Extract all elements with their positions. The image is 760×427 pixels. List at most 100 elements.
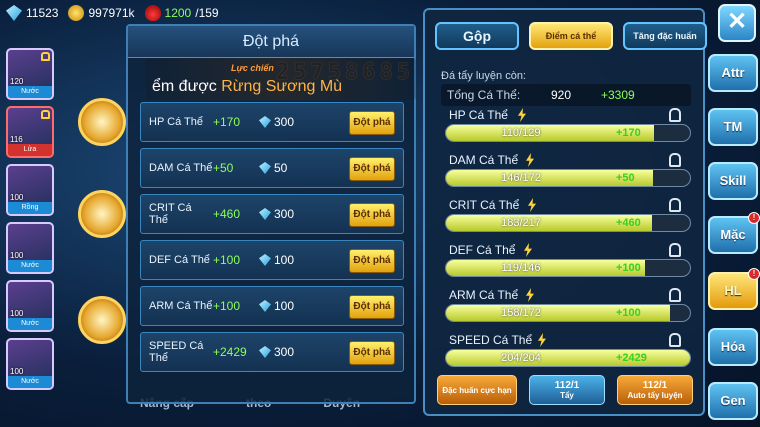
menu-skill[interactable]: Skill bbox=[708, 162, 758, 200]
total-bonus: +3309 bbox=[601, 88, 635, 102]
stat-value: 146/172 bbox=[501, 172, 541, 184]
row-cost: 100 bbox=[274, 299, 295, 313]
lightning-icon bbox=[526, 288, 534, 302]
stat-bonus: +460 bbox=[616, 217, 641, 229]
lock-icon[interactable] bbox=[669, 243, 681, 257]
breakthrough-row-speed: SPEED Cá Thể +2429 300 Đột phá bbox=[140, 332, 404, 372]
stat-bar: 183/217 +460 bbox=[445, 214, 691, 232]
combat-power-banner: Lực chiến 25758685 ểm được Rừng Sương Mù bbox=[146, 58, 416, 100]
stat-hp: HP Cá Thể 110/129 +170 bbox=[445, 108, 691, 152]
menu-label: Mặc bbox=[720, 227, 746, 242]
row-label: SPEED Cá Thể bbox=[149, 340, 204, 364]
lock-icon[interactable] bbox=[669, 108, 681, 122]
row-bonus: +2429 bbox=[213, 345, 247, 359]
breakthrough-button[interactable]: Đột phá bbox=[349, 295, 395, 319]
hero-slot[interactable]: 100 Nước bbox=[6, 222, 54, 274]
breakthrough-button[interactable]: Đột phá bbox=[349, 341, 395, 365]
gem-icon bbox=[259, 208, 271, 220]
stat-bar: 158/172 +100 bbox=[445, 304, 691, 322]
stat-value: 183/217 bbox=[501, 217, 541, 229]
row-cost: 300 bbox=[274, 115, 295, 129]
individual-stats-panel: Gộp Điểm cá thể Tăng đặc huấn Đá tẩy luy… bbox=[423, 8, 707, 416]
gem-counter: 11523 bbox=[6, 5, 58, 21]
hero-element-tag: Rồng bbox=[8, 202, 52, 214]
row-label: ARM Cá Thể bbox=[149, 300, 213, 312]
location-subtitle: ểm được Rừng Sương Mù bbox=[152, 78, 342, 96]
button-label: Đặc huấn cực hạn bbox=[442, 385, 512, 395]
button-label: Auto tẩy luyện bbox=[627, 391, 683, 400]
lock-icon[interactable] bbox=[669, 333, 681, 347]
panel-title: Đột phá bbox=[128, 26, 414, 58]
notification-badge: ! bbox=[748, 268, 760, 280]
stat-bonus: +100 bbox=[616, 307, 641, 319]
breakthrough-row-dam: DAM Cá Thể +50 50 Đột phá bbox=[140, 148, 404, 188]
resource-bar: 11523 997971k 1200/159 bbox=[0, 0, 300, 26]
total-value: 920 bbox=[551, 88, 572, 102]
lock-icon[interactable] bbox=[669, 288, 681, 302]
stat-name: DAM Cá Thể bbox=[449, 153, 519, 167]
hero-slot[interactable]: 100 Nước bbox=[6, 338, 54, 390]
hero-slot[interactable]: 116 Lửa bbox=[6, 106, 54, 158]
breakthrough-button[interactable]: Đột phá bbox=[349, 249, 395, 273]
row-label: DAM Cá Thể bbox=[149, 162, 213, 174]
stat-arm: ARM Cá Thể 158/172 +100 bbox=[445, 288, 691, 332]
stat-bonus: +50 bbox=[616, 172, 635, 184]
stat-bar: 119/146 +100 bbox=[445, 259, 691, 277]
breakthrough-button[interactable]: Đột phá bbox=[349, 157, 395, 181]
location-name: Rừng Sương Mù bbox=[221, 78, 343, 95]
tab-diem-ca-the[interactable]: Điểm cá thể bbox=[529, 22, 613, 50]
total-label: Tổng Cá Thể: bbox=[447, 88, 521, 102]
tab-gop[interactable]: Gộp bbox=[435, 22, 519, 50]
stamina-max: /159 bbox=[195, 6, 219, 20]
extreme-training-button[interactable]: Đặc huấn cực hạn bbox=[437, 375, 517, 405]
stone-count: 112/1 bbox=[554, 380, 580, 391]
stat-value: 204/204 bbox=[501, 352, 541, 364]
combat-power-label: Lực chiến bbox=[231, 63, 274, 73]
stat-value: 158/172 bbox=[501, 307, 541, 319]
row-bonus: +50 bbox=[213, 161, 234, 175]
hero-level: 120 bbox=[10, 77, 24, 86]
auto-refine-button[interactable]: 112/1 Auto tẩy luyện bbox=[617, 375, 693, 405]
menu-hoa[interactable]: Hóa bbox=[708, 328, 758, 366]
gem-icon bbox=[259, 300, 271, 312]
hero-level: 116 bbox=[10, 135, 23, 144]
lock-icon[interactable] bbox=[669, 198, 681, 212]
stamina-amount: 1200 bbox=[164, 6, 192, 20]
hero-level: 100 bbox=[10, 309, 24, 318]
stat-bar: 110/129 +170 bbox=[445, 124, 691, 142]
breakthrough-row-hp: HP Cá Thể +170 300 Đột phá bbox=[140, 102, 404, 142]
breakthrough-button[interactable]: Đột phá bbox=[349, 203, 395, 227]
stat-bonus: +2429 bbox=[616, 352, 647, 364]
breakthrough-button[interactable]: Đột phá bbox=[349, 111, 395, 135]
stat-value: 110/129 bbox=[501, 127, 541, 139]
refine-button[interactable]: 112/1 Tẩy bbox=[529, 375, 605, 405]
hero-slot[interactable]: 100 Rồng bbox=[6, 164, 54, 216]
stat-bonus: +170 bbox=[616, 127, 641, 139]
gem-icon bbox=[259, 254, 271, 266]
bag-icon[interactable] bbox=[78, 190, 126, 238]
hero-slot[interactable]: 100 Nước bbox=[6, 280, 54, 332]
row-cost: 300 bbox=[274, 345, 295, 359]
stamina-counter: 1200/159 bbox=[144, 5, 219, 21]
menu-gen[interactable]: Gen bbox=[708, 382, 758, 420]
lightning-icon bbox=[528, 198, 536, 212]
menu-attr[interactable]: Attr bbox=[708, 54, 758, 92]
stat-name: HP Cá Thể bbox=[449, 108, 508, 122]
menu-tm[interactable]: TM bbox=[708, 108, 758, 146]
lightning-icon bbox=[524, 243, 532, 257]
lightning-icon bbox=[526, 153, 534, 167]
close-icon: ✕ bbox=[726, 8, 748, 35]
row-bonus: +460 bbox=[213, 207, 241, 221]
hero-element-tag: Nước bbox=[8, 260, 52, 272]
tab-tang-dac-huan[interactable]: Tăng đặc huấn bbox=[623, 22, 707, 50]
stat-name: SPEED Cá Thể bbox=[449, 333, 533, 347]
notification-badge: ! bbox=[748, 212, 760, 224]
close-button[interactable]: ✕ bbox=[718, 4, 756, 42]
row-bonus: +100 bbox=[213, 253, 241, 267]
hero-slot[interactable]: 120 Nước bbox=[6, 48, 54, 100]
equipment-slot-icon[interactable] bbox=[78, 98, 126, 146]
lock-icon[interactable] bbox=[669, 153, 681, 167]
menu-mac[interactable]: Mặc! bbox=[708, 212, 760, 254]
pet-icon[interactable] bbox=[78, 296, 126, 344]
menu-hl[interactable]: HL! bbox=[708, 268, 760, 310]
